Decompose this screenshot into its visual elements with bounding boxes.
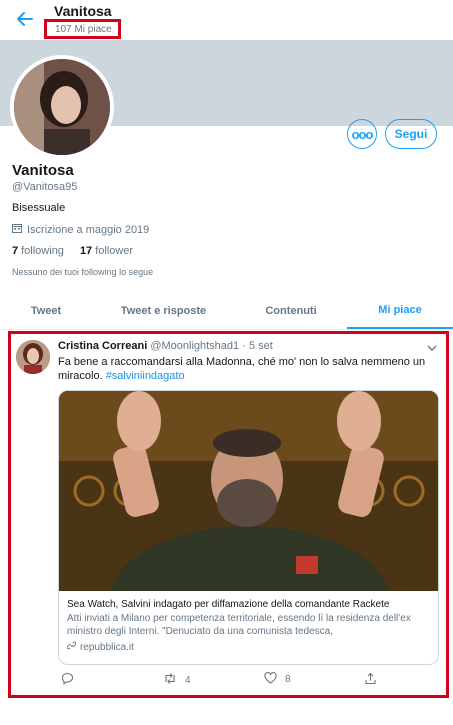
top-header: Vanitosa 107 Mi piace xyxy=(0,0,453,40)
followers-count: 17 xyxy=(79,245,93,257)
link-preview-description: Atti inviati a Milano per competenza ter… xyxy=(67,613,411,637)
profile-handle: @Vanitosa95 xyxy=(12,181,78,193)
tab-mi-piace[interactable]: Mi piace xyxy=(347,292,453,329)
tweet-author-handle[interactable]: @Moonlightshad1 xyxy=(150,340,239,352)
liked-tweet[interactable]: Cristina Correani @Moonlightshad1 · 5 se… xyxy=(8,331,449,698)
link-preview-image xyxy=(59,391,438,664)
calendar-icon xyxy=(12,223,22,236)
profile-name: Vanitosa xyxy=(12,162,74,179)
link-preview-domain: repubblica.it xyxy=(66,641,433,653)
tweet-hashtag[interactable]: #salviniindagato xyxy=(106,370,185,382)
chevron-down-icon[interactable] xyxy=(426,340,438,351)
more-options-button[interactable]: ooo xyxy=(347,119,377,149)
tweet-time[interactable]: 5 set xyxy=(249,340,273,352)
join-date-text: Iscrizione a maggio 2019 xyxy=(27,223,150,236)
tab-tweet-e-risposte[interactable]: Tweet e risposte xyxy=(92,292,235,329)
link-domain-text: repubblica.it xyxy=(80,641,134,653)
tab-tweet[interactable]: Tweet xyxy=(0,292,92,329)
tweet-author-avatar[interactable] xyxy=(16,340,50,374)
retweet-button[interactable]: 4 xyxy=(163,672,191,688)
reply-icon xyxy=(61,672,74,688)
profile-bio: Bisessuale xyxy=(12,202,66,214)
profile-avatar[interactable] xyxy=(10,55,114,159)
follow-button[interactable]: Segui xyxy=(385,119,437,149)
tab-contenuti[interactable]: Contenuti xyxy=(235,292,347,329)
like-count: 8 xyxy=(285,674,291,685)
following-count: 7 xyxy=(12,245,19,257)
back-arrow-icon[interactable] xyxy=(14,8,36,30)
share-button[interactable] xyxy=(364,672,377,688)
retweet-icon xyxy=(163,672,177,688)
heart-icon xyxy=(264,672,277,687)
tweet-separator: · xyxy=(242,340,246,352)
followers-label: follower xyxy=(95,245,134,257)
follow-stats: 7 following 17 follower xyxy=(12,245,133,257)
share-icon xyxy=(364,672,377,688)
retweet-count: 4 xyxy=(185,674,191,686)
reply-button[interactable] xyxy=(61,672,82,688)
tweet-author-name[interactable]: Cristina Correani xyxy=(58,340,147,352)
link-icon xyxy=(66,641,77,653)
header-likes-count: 107 Mi piace xyxy=(44,19,121,39)
link-preview-body: Sea Watch, Salvini indagato per diffamaz… xyxy=(66,598,433,653)
tweet-actions: 4 8 xyxy=(58,672,438,692)
header-profile-name: Vanitosa xyxy=(54,3,112,19)
profile-join-date: Iscrizione a maggio 2019 xyxy=(12,223,149,236)
mutual-followers-note: Nessuno dei tuoi following lo segue xyxy=(12,267,154,277)
following-label: following xyxy=(21,245,64,257)
tweet-header: Cristina Correani @Moonlightshad1 · 5 se… xyxy=(58,340,273,352)
link-preview-card[interactable]: Sea Watch, Salvini indagato per diffamaz… xyxy=(58,390,439,665)
tweet-text: Fa bene a raccomandarsi alla Madonna, ch… xyxy=(58,355,443,383)
following-link[interactable]: 7 following xyxy=(12,245,64,257)
profile-tabs: Tweet Tweet e risposte Contenuti Mi piac… xyxy=(0,292,453,330)
like-button[interactable]: 8 xyxy=(264,672,291,687)
link-preview-title: Sea Watch, Salvini indagato per diffamaz… xyxy=(67,599,390,610)
followers-link[interactable]: 17 follower xyxy=(80,245,133,257)
